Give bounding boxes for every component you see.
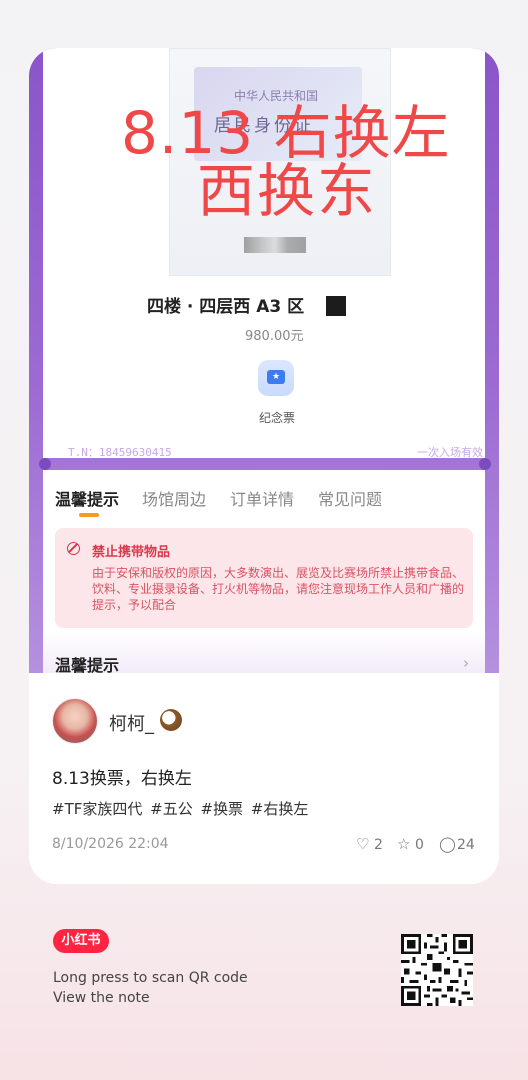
tab-venue-nearby[interactable]: 场馆周边 <box>142 486 206 510</box>
ticket-bottom-panel: 温馨提示 场馆周边 订单详情 常见问题 禁止携带物品 由于安保和版权的原因，大多… <box>43 470 485 675</box>
ticket-image[interactable]: 中华人民共和国 居民身份证 8.13 右换左 西换东 四楼 · 四层西 A3 区… <box>29 48 499 675</box>
tab-faq[interactable]: 常见问题 <box>318 486 382 510</box>
star-icon: ☆ <box>397 835 411 853</box>
coconut-emoji-icon <box>160 709 182 731</box>
ticket-price: 980.00元 <box>245 329 304 344</box>
favorite-count: 0 <box>415 837 424 853</box>
souvenir-ticket-icon[interactable]: ★ <box>258 360 294 396</box>
scan-instruction: Long press to scan QR code <box>53 970 248 986</box>
alert-body: 由于安保和版权的原因，大多数演出、展览及比赛场所禁止携带食品、饮料、专业摄录设备… <box>92 566 465 612</box>
id-card-blurred-number <box>244 237 306 253</box>
alert-title: 禁止携带物品 <box>92 545 171 560</box>
comment-count: 24 <box>457 837 475 853</box>
redacted-block <box>326 296 346 316</box>
post-title: 8.13换票，右换左 <box>52 769 192 789</box>
prohibited-items-alert: 禁止携带物品 由于安保和版权的原因，大多数演出、展览及比赛场所禁止携带食品、饮料… <box>55 528 473 628</box>
post-section: 柯柯_ 8.13换票，右换左 #TF家族四代 #五公 #换票 #右换左 8/10… <box>29 673 499 884</box>
overlay-text-line2: 西换东 <box>197 157 378 225</box>
ticket-notch-right <box>479 458 491 470</box>
seat-info: 四楼 · 四层西 A3 区 <box>147 297 305 317</box>
ticket-notch-left <box>39 458 51 470</box>
xiaohongshu-logo: 小红书 <box>53 929 109 953</box>
validity-text: 一次入场有效 <box>417 446 483 459</box>
souvenir-ticket-label: 纪念票 <box>259 411 296 425</box>
prohibited-icon <box>67 542 80 555</box>
username[interactable]: 柯柯_ <box>109 710 154 736</box>
like-stat[interactable]: ♡ 2 <box>356 835 383 853</box>
note-card: 中华人民共和国 居民身份证 8.13 右换左 西换东 四楼 · 四层西 A3 区… <box>29 48 499 884</box>
comment-icon: ◯ <box>439 835 456 853</box>
favorite-stat[interactable]: ☆ 0 <box>397 835 424 853</box>
qr-code[interactable] <box>401 934 473 1006</box>
active-tab-indicator <box>79 513 99 517</box>
view-note-text: View the note <box>53 990 150 1006</box>
avatar[interactable] <box>52 698 98 744</box>
ticket-number: T.N：18459630415 <box>68 446 172 459</box>
post-date: 8/10/2026 22:04 <box>52 836 169 852</box>
tab-warm-tips[interactable]: 温馨提示 <box>55 486 119 510</box>
comment-stat[interactable]: ◯24 <box>439 835 475 853</box>
heart-icon: ♡ <box>356 835 370 853</box>
chevron-right-icon[interactable]: › <box>463 654 469 672</box>
post-hashtags[interactable]: #TF家族四代 #五公 #换票 #右换左 <box>52 798 308 819</box>
ticket-star-icon: ★ <box>267 370 285 384</box>
tab-order-details[interactable]: 订单详情 <box>230 486 294 510</box>
like-count: 2 <box>374 837 383 853</box>
ticket-top-panel: 中华人民共和国 居民身份证 8.13 右换左 西换东 四楼 · 四层西 A3 区… <box>43 48 485 459</box>
